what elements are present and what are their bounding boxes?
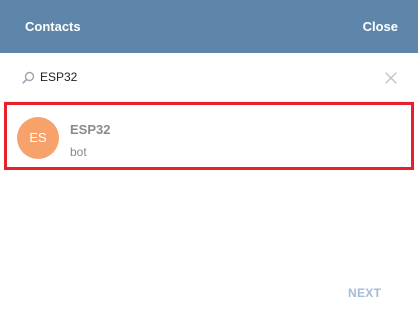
close-icon[interactable] [384, 71, 398, 85]
header-title: Contacts [25, 19, 81, 34]
contacts-header: Contacts Close [0, 0, 418, 53]
search-bar [0, 53, 418, 102]
contact-status: bot [70, 145, 87, 159]
next-button[interactable]: NEXT [348, 286, 381, 300]
avatar: ES [17, 117, 59, 159]
close-button[interactable]: Close [363, 19, 398, 35]
search-input[interactable] [40, 68, 360, 86]
contact-name: ESP32 [70, 122, 111, 137]
search-icon [22, 71, 35, 84]
contact-list-item[interactable]: ES ESP32 bot [4, 102, 414, 170]
